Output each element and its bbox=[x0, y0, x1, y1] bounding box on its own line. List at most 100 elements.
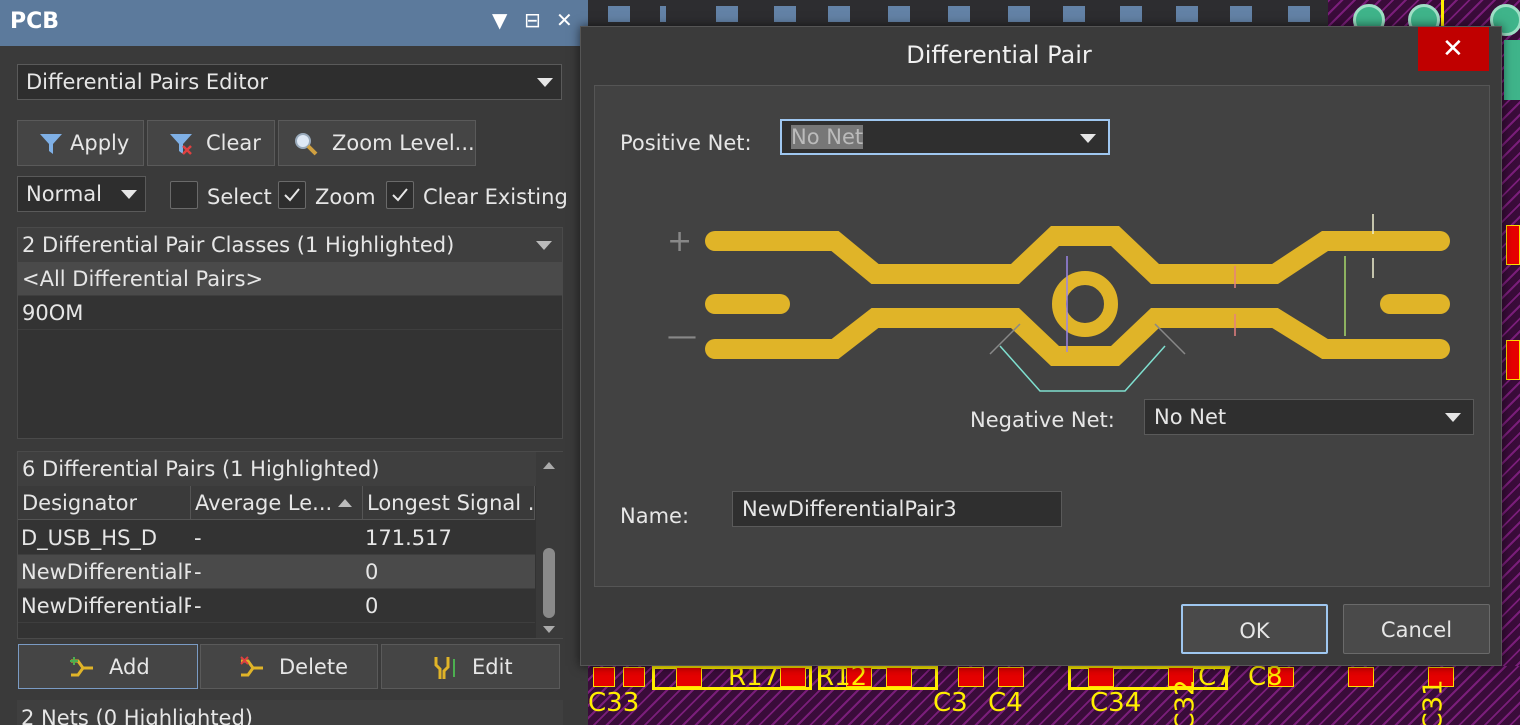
toolbar-icon[interactable] bbox=[660, 6, 666, 22]
positive-net-select[interactable]: No Net bbox=[780, 119, 1110, 155]
silk-label: R12 bbox=[816, 662, 868, 692]
select-checkbox[interactable] bbox=[170, 181, 198, 209]
nets-header[interactable]: 2 Nets (0 Highlighted) bbox=[17, 700, 563, 725]
pad bbox=[886, 667, 912, 687]
toolbar-icon[interactable] bbox=[828, 6, 850, 22]
magnifier-icon bbox=[295, 133, 318, 156]
silk-label: C33 bbox=[588, 688, 640, 718]
panel-title: PCB bbox=[10, 9, 60, 34]
select-checkbox-label[interactable]: Select bbox=[207, 185, 272, 209]
scroll-up-icon[interactable] bbox=[543, 462, 555, 469]
column-header-label: Designator bbox=[22, 491, 138, 515]
pairs-grid: 6 Differential Pairs (1 Highlighted) Des… bbox=[17, 451, 563, 639]
pad bbox=[1088, 667, 1114, 687]
toolbar-icon[interactable] bbox=[888, 6, 910, 22]
list-item[interactable]: <All Differential Pairs> bbox=[18, 262, 562, 296]
mode-select-value: Differential Pairs Editor bbox=[26, 70, 269, 94]
toolbar-icon[interactable] bbox=[1176, 6, 1198, 22]
clear-button[interactable]: Clear bbox=[147, 120, 275, 166]
close-icon: ✕ bbox=[1442, 34, 1464, 64]
dialog-title: Differential Pair bbox=[906, 41, 1092, 69]
delete-button[interactable]: Delete bbox=[200, 644, 378, 689]
clear-existing-checkbox-label[interactable]: Clear Existing bbox=[423, 185, 568, 209]
toolbar-icon[interactable] bbox=[1288, 6, 1310, 22]
cancel-button[interactable]: Cancel bbox=[1343, 604, 1490, 654]
toolbar-icon[interactable] bbox=[1230, 6, 1252, 22]
silk-label: C34 bbox=[1090, 688, 1142, 718]
scrollbar[interactable] bbox=[536, 452, 563, 638]
cancel-label: Cancel bbox=[1380, 618, 1453, 642]
pair-classes-header[interactable]: 2 Differential Pair Classes (1 Highlight… bbox=[18, 228, 562, 262]
silk-label: C32 bbox=[1170, 679, 1201, 725]
component-outline bbox=[1504, 40, 1520, 100]
ok-label: OK bbox=[1239, 619, 1270, 643]
zoom-checkbox-label[interactable]: Zoom bbox=[315, 185, 376, 209]
silk-label: C3 bbox=[933, 688, 968, 718]
checkmark-icon bbox=[284, 188, 300, 202]
negative-net-select[interactable]: No Net bbox=[1144, 399, 1474, 435]
cell-longest-signal: 171.517 bbox=[365, 526, 452, 550]
edit-button[interactable]: Edit bbox=[381, 644, 560, 689]
apply-button[interactable]: Apply bbox=[17, 120, 144, 166]
table-row[interactable]: D_USB_HS_D - 171.517 bbox=[18, 521, 535, 555]
silk-label: C8 bbox=[1248, 662, 1283, 692]
add-pair-icon bbox=[70, 657, 93, 677]
cell-designator: NewDifferentialPair bbox=[21, 594, 191, 618]
name-field[interactable]: NewDifferentialPair3 bbox=[732, 491, 1062, 527]
pairs-title: 6 Differential Pairs (1 Highlighted) bbox=[22, 457, 380, 481]
panel-pin-icon[interactable]: ⊟ bbox=[524, 8, 541, 32]
collapse-icon[interactable] bbox=[536, 241, 552, 250]
column-header-longest-signal[interactable]: Longest Signal ... bbox=[363, 486, 548, 520]
ok-button[interactable]: OK bbox=[1181, 604, 1328, 654]
clear-filter-icon bbox=[170, 134, 192, 155]
table-row[interactable]: NewDifferentialPair - 0 bbox=[18, 555, 535, 589]
toolbar-icon[interactable] bbox=[716, 6, 738, 22]
zoom-checkbox[interactable] bbox=[278, 181, 306, 209]
silk-label: C31 bbox=[1418, 679, 1449, 725]
add-button[interactable]: Add bbox=[18, 644, 198, 689]
toolbar-icon[interactable] bbox=[948, 6, 970, 22]
zoom-level-button[interactable]: Zoom Level... bbox=[278, 120, 476, 166]
toolbar-icon[interactable] bbox=[1008, 6, 1030, 22]
clear-label: Clear bbox=[206, 131, 261, 155]
chevron-down-icon bbox=[537, 78, 553, 87]
filter-mode-value: Normal bbox=[26, 182, 102, 206]
toolbar-icon[interactable] bbox=[774, 6, 796, 22]
name-label: Name: bbox=[620, 504, 690, 528]
minus-sign: — bbox=[667, 319, 697, 354]
mode-select[interactable]: Differential Pairs Editor bbox=[17, 64, 562, 100]
positive-trace bbox=[705, 226, 1450, 284]
list-item[interactable]: 90OM bbox=[18, 296, 562, 330]
table-row[interactable]: NewDifferentialPair - 0 bbox=[18, 589, 535, 623]
plus-sign: + bbox=[667, 224, 692, 259]
list-item-label: <All Differential Pairs> bbox=[22, 267, 264, 291]
column-header-average-length[interactable]: Average Le... bbox=[191, 486, 363, 520]
silk-label: C4 bbox=[988, 688, 1023, 718]
pad bbox=[958, 667, 984, 687]
silk-label: C7 bbox=[1198, 662, 1233, 692]
toolbar-icon[interactable] bbox=[1120, 6, 1142, 22]
edit-label: Edit bbox=[472, 655, 513, 679]
toolbar-icon[interactable] bbox=[1063, 6, 1085, 22]
list-item-label: 90OM bbox=[22, 301, 84, 325]
silk-label: R17 bbox=[728, 662, 780, 692]
filter-mode-select[interactable]: Normal bbox=[17, 176, 146, 212]
column-header-label: Average Le... bbox=[195, 491, 333, 515]
differential-pair-dialog: Differential Pair ✕ Positive Net: No Net… bbox=[580, 26, 1502, 666]
pairs-header: 6 Differential Pairs (1 Highlighted) bbox=[18, 452, 562, 486]
trace-group bbox=[705, 226, 1450, 366]
toolbar-icon[interactable] bbox=[608, 6, 630, 22]
panel-menu-icon[interactable]: ▼ bbox=[492, 8, 507, 32]
scroll-down-icon[interactable] bbox=[543, 626, 555, 633]
negative-net-label: Negative Net: bbox=[970, 408, 1115, 432]
pair-classes-list: 2 Differential Pair Classes (1 Highlight… bbox=[17, 227, 563, 439]
dialog-close-button[interactable]: ✕ bbox=[1418, 27, 1489, 71]
chevron-down-icon bbox=[1080, 134, 1096, 143]
clear-existing-checkbox[interactable] bbox=[386, 181, 414, 209]
scrollbar-thumb[interactable] bbox=[543, 548, 555, 618]
column-header-designator[interactable]: Designator bbox=[18, 486, 191, 520]
positive-net-value: No Net bbox=[791, 125, 864, 149]
cell-longest-signal: 0 bbox=[365, 560, 379, 584]
panel-close-icon[interactable]: ✕ bbox=[556, 8, 573, 32]
pad bbox=[1506, 340, 1520, 380]
